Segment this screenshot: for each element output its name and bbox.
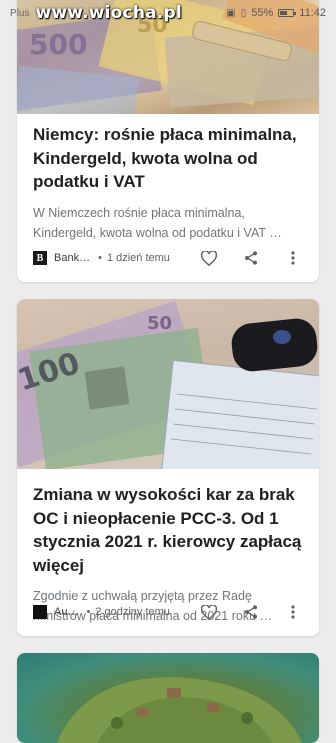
nfc-icon: ▣ [226,7,236,19]
article-snippet[interactable]: W Niemczech rośnie płaca minimalna, Kind… [17,203,319,243]
heart-icon[interactable] [197,602,221,622]
source-name[interactable]: Bank… [54,252,90,264]
news-card[interactable]: 500 50 Niemcy: rośnie płaca minimalna, K… [17,0,319,282]
share-icon[interactable] [239,602,263,622]
polish-banknotes-and-car-document-photo: 100 50 [17,300,319,469]
source-logo: B [33,251,47,265]
published-time: 2 godziny temu [95,606,170,618]
separator-dot: • [98,252,102,264]
battery-percent: 55% [251,7,274,19]
source-logo [33,605,47,619]
article-meta: Au… • 2 godziny temu [33,602,305,622]
article-image-island-map[interactable] [17,653,319,743]
source-name[interactable]: Au… [54,606,78,618]
article-meta: B Bank… • 1 dzień temu [33,248,305,268]
svg-text:50: 50 [147,313,172,334]
clock: 11:42 [299,7,326,19]
separator-dot: • [86,606,91,618]
share-icon[interactable] [239,248,263,268]
more-vert-icon[interactable] [281,602,305,622]
vibrate-icon: ▯ [240,7,247,19]
svg-text:500: 500 [29,28,87,61]
watermark: www.wiocha.pl [35,3,182,23]
article-image-polish-banknotes[interactable]: 100 50 [17,299,319,469]
carrier-label: Plus [10,7,30,19]
island-game-map-photo [57,677,302,743]
published-time: 1 dzień temu [106,252,170,264]
news-card[interactable]: 100 50 Zmiana w wysokości kar za brak OC… [17,299,319,636]
news-card[interactable] [17,653,319,743]
article-title[interactable]: Niemcy: rośnie płaca minimalna, Kinderge… [17,114,319,194]
battery-icon [278,9,297,17]
heart-icon[interactable] [197,248,221,268]
status-bar: Plus www.wiocha.pl ▣ ▯ 55% 11:42 [0,0,336,26]
article-title[interactable]: Zmiana w wysokości kar za brak OC i nieo… [17,469,319,577]
more-vert-icon[interactable] [281,248,305,268]
